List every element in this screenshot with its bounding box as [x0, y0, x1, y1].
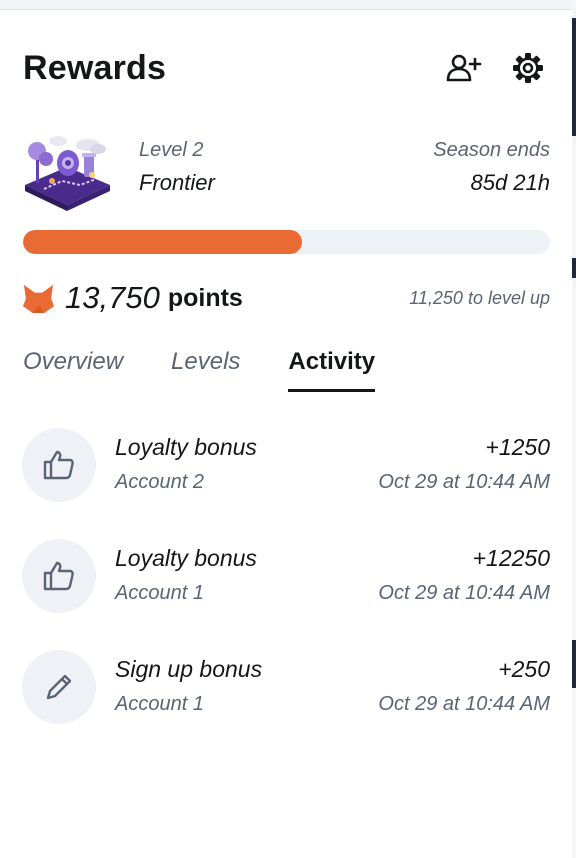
activity-account: Account 1 [115, 693, 204, 715]
tab-activity[interactable]: Activity [288, 348, 376, 392]
edge-mark-1 [572, 18, 576, 136]
activity-icon-circle [22, 428, 96, 502]
tab-levels[interactable]: Levels [171, 348, 240, 392]
level-progress-bar [23, 230, 550, 254]
activity-points: +1250 [485, 434, 550, 460]
activity-title: Loyalty bonus [115, 434, 257, 460]
activity-details: Loyalty bonus Account 1 [115, 539, 257, 650]
edge-mark-2 [572, 258, 576, 278]
activity-details: Sign up bonus Account 1 [115, 650, 262, 761]
settings-button[interactable] [510, 50, 546, 86]
level-info: Level 2 Frontier [139, 133, 215, 213]
activity-list: Loyalty bonus Account 2 +1250 Oct 29 at … [22, 428, 550, 761]
activity-account: Account 1 [115, 582, 204, 604]
thumbs-up-icon [43, 450, 74, 480]
activity-title: Loyalty bonus [115, 545, 257, 571]
page-title: Rewards [23, 48, 167, 87]
level-label: Level 2 [139, 139, 204, 161]
activity-date: Oct 29 at 10:44 AM [378, 471, 550, 493]
pencil-icon [46, 674, 72, 700]
tab-overview[interactable]: Overview [23, 348, 123, 392]
thumbs-up-icon [43, 561, 74, 591]
activity-icon-circle [22, 539, 96, 613]
season-label: Season ends [433, 139, 550, 161]
activity-meta: +250 Oct 29 at 10:44 AM [378, 650, 550, 761]
gear-icon [513, 53, 543, 83]
activity-date: Oct 29 at 10:44 AM [378, 693, 550, 715]
points-summary: 13,750 points 11,250 to level up [22, 278, 550, 318]
season-remaining: 85d 21h [470, 170, 550, 195]
activity-details: Loyalty bonus Account 2 [115, 428, 257, 539]
rewards-tabs: Overview Levels Activity [23, 348, 550, 392]
metamask-fox-icon [22, 284, 55, 313]
level-name: Frontier [139, 170, 215, 195]
activity-item: Sign up bonus Account 1 +250 Oct 29 at 1… [22, 650, 550, 761]
person-plus-icon [446, 54, 482, 82]
activity-meta: +12250 Oct 29 at 10:44 AM [378, 539, 550, 650]
activity-points: +12250 [472, 545, 550, 571]
activity-title: Sign up bonus [115, 656, 263, 682]
activity-points: +250 [498, 656, 550, 682]
window-top-bar [0, 0, 576, 10]
activity-item: Loyalty bonus Account 2 +1250 Oct 29 at … [22, 428, 550, 539]
header-actions [446, 50, 546, 86]
edge-mark-3 [572, 640, 576, 688]
add-account-button[interactable] [446, 50, 482, 86]
level-summary: Level 2 Frontier Season ends 85d 21h [22, 133, 550, 213]
level-progress-fill [23, 230, 303, 254]
activity-account: Account 2 [115, 471, 204, 493]
activity-item: Loyalty bonus Account 1 +12250 Oct 29 at… [22, 539, 550, 650]
season-info: Season ends 85d 21h [433, 133, 550, 213]
rewards-header: Rewards [23, 44, 546, 92]
points-to-level-up: 11,250 to level up [409, 287, 550, 308]
activity-date: Oct 29 at 10:44 AM [378, 582, 550, 604]
points-value: 13,750 [65, 280, 160, 315]
activity-meta: +1250 Oct 29 at 10:44 AM [378, 428, 550, 539]
level-badge-illustration [25, 136, 110, 211]
points-word: points [167, 283, 243, 312]
activity-icon-circle [22, 650, 96, 724]
